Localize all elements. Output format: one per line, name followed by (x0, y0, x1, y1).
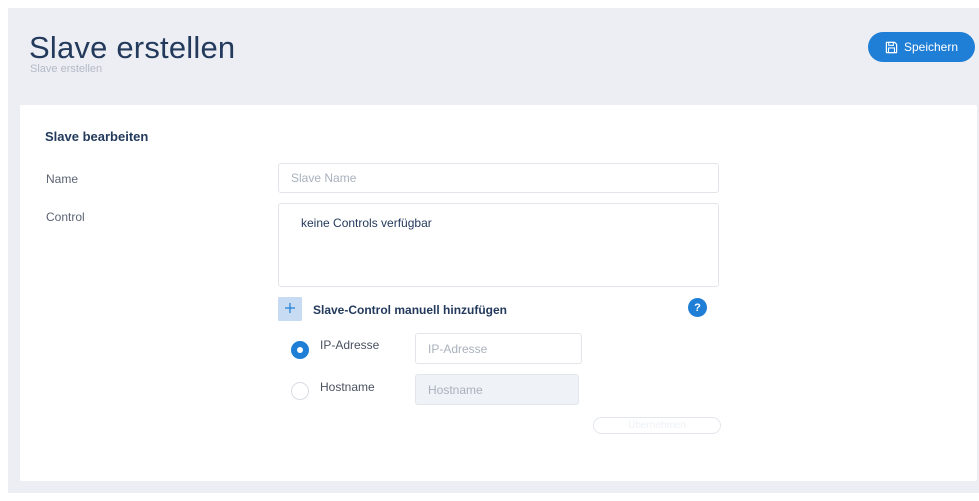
apply-button[interactable]: Übernehmen (593, 417, 721, 434)
ip-address-input[interactable] (415, 333, 582, 364)
control-label: Control (46, 210, 85, 224)
save-button-label: Speichern (903, 40, 959, 54)
control-list: keine Controls verfügbar (278, 203, 719, 287)
breadcrumb: Slave erstellen (30, 63, 103, 75)
section-title: Slave bearbeiten (45, 129, 149, 144)
control-empty-message: keine Controls verfügbar (301, 216, 432, 230)
page-title: Slave erstellen (29, 30, 236, 65)
question-mark-icon[interactable]: ? (688, 298, 707, 317)
slave-name-input[interactable] (278, 163, 719, 193)
name-label: Name (46, 172, 79, 186)
ip-address-radio-label[interactable]: IP-Adresse (320, 338, 379, 352)
ip-address-radio[interactable] (291, 341, 309, 359)
floppy-disk-icon (885, 41, 898, 54)
hostname-input[interactable] (415, 374, 579, 405)
hostname-radio-label[interactable]: Hostname (320, 380, 375, 394)
add-control-button[interactable] (278, 297, 302, 321)
save-button[interactable]: Speichern (868, 32, 975, 62)
plus-icon (284, 302, 296, 317)
add-control-link[interactable]: Slave-Control manuell hinzufügen (313, 303, 507, 317)
slave-edit-card: Slave bearbeiten Name Control keine Cont… (20, 105, 977, 481)
hostname-radio[interactable] (291, 382, 309, 400)
page: Slave erstellen Slave erstellen Speicher… (8, 8, 979, 493)
